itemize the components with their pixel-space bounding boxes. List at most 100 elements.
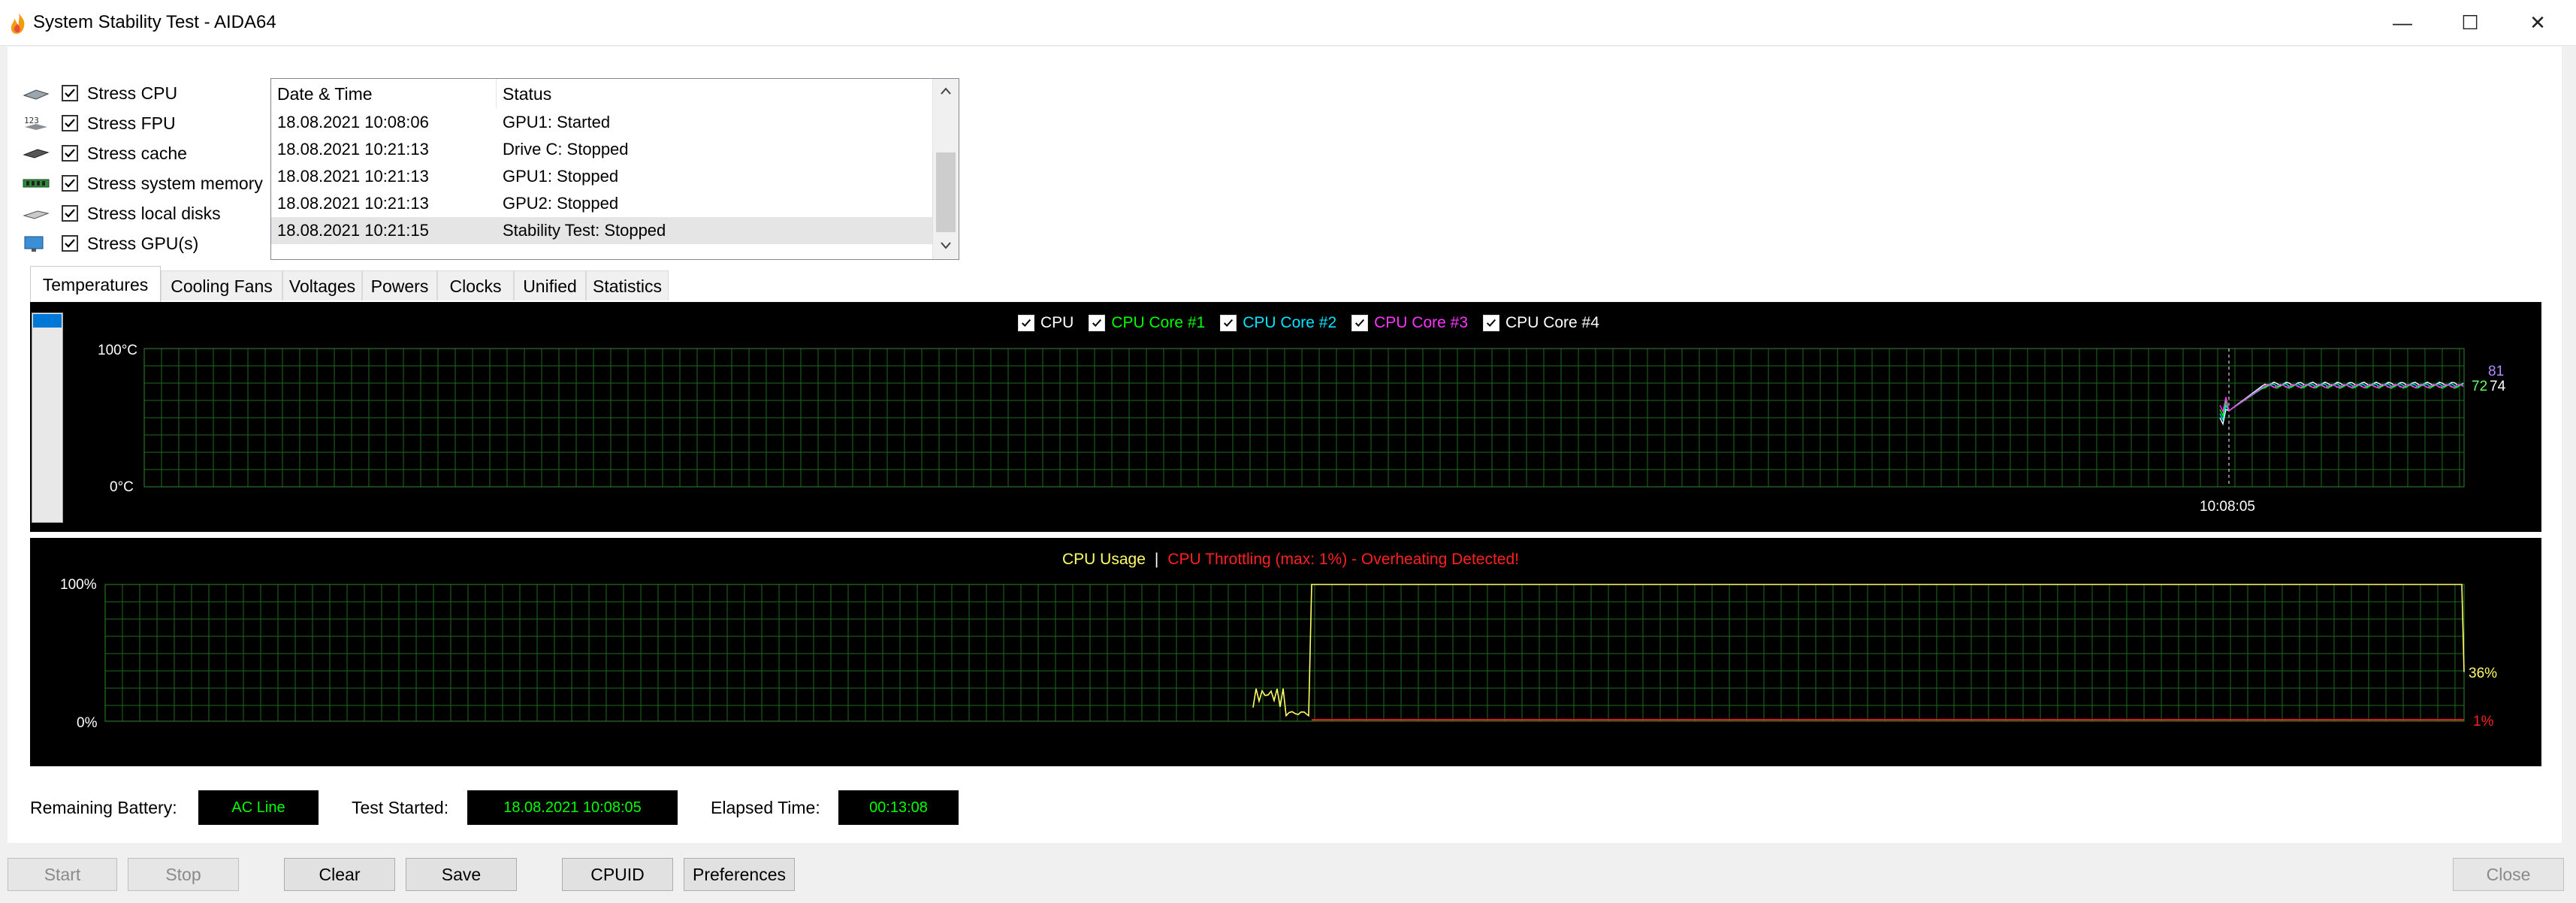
legend-checkbox[interactable] [1351,315,1369,331]
temperature-legend: CPU CPU Core #1 CPU Core #2 CPU Core #3 CPU … [1018,314,1614,332]
gpu-icon [21,234,51,253]
legend-checkbox[interactable] [1220,315,1237,331]
flame-icon [11,13,25,34]
elapsed-time-label: Elapsed Time: [711,798,820,817]
usage-chart-title: CPU Usage | CPU Throttling (max: 1%) - O… [1062,551,1519,569]
stress-option-label: Stress GPU(s) [87,233,199,253]
title-bar: System Stability Test - AIDA64 — ☐ ✕ [0,0,2576,46]
start-button[interactable]: Start [8,858,117,891]
tab-clocks[interactable]: Clocks [437,270,514,300]
log-row[interactable]: 18.08.2021 10:21:13 GPU2: Stopped [271,190,932,217]
cpuid-button[interactable]: CPUID [562,858,673,891]
cpu-throttling-title: CPU Throttling (max: 1%) - Overheating D… [1167,551,1519,568]
log-header: Date & Time Status [271,79,932,109]
window-title: System Stability Test - AIDA64 [33,12,276,32]
stress-option-label: Stress system memory [87,173,263,193]
svg-text:123: 123 [24,116,39,125]
battery-value: AC Line [198,790,319,825]
legend-checkbox[interactable] [1483,315,1500,331]
log-status-cell: GPU1: Started [503,113,611,131]
stress-checkbox[interactable] [62,145,78,162]
column-date-time[interactable]: Date & Time [271,79,497,109]
legend-label: CPU Core #3 [1374,314,1469,331]
stress-option[interactable]: Stress system memory [21,168,263,198]
stress-checkbox[interactable] [62,85,78,101]
log-status-cell: Stability Test: Stopped [503,221,666,240]
clear-button[interactable]: Clear [284,858,395,891]
minimize-button[interactable]: — [2365,0,2440,45]
minimize-icon: — [2393,11,2412,34]
temperature-legend-item[interactable]: CPU Core #2 [1220,314,1336,332]
stress-option-label: Stress local disks [87,203,221,223]
memory-icon [21,174,51,193]
temperature-legend-item[interactable]: CPU Core #4 [1483,314,1599,332]
cpu-icon [21,83,51,103]
stress-option[interactable]: Stress CPU [21,78,177,108]
fpu-icon: 123 [21,113,51,133]
test-started-value: 18.08.2021 10:08:05 [467,790,678,825]
usage-end-value: 36% [2469,666,2497,681]
end-value-72: 72 [2472,379,2487,394]
stop-button[interactable]: Stop [128,858,239,891]
grid [143,348,2464,488]
event-log-table: Date & Time Status 18.08.2021 10:08:06 GP… [270,78,959,260]
temperature-plot: 100°C 0°C 10:08:05 8172 74 [98,343,2506,515]
maximize-button[interactable]: ☐ [2433,0,2508,45]
cpu-usage-title: CPU Usage [1062,551,1146,568]
stress-checkbox[interactable] [62,205,78,222]
tab-cooling-fans[interactable]: Cooling Fans [161,270,282,300]
stress-option[interactable]: 123 Stress FPU [21,108,176,138]
close-window-button[interactable]: ✕ [2500,0,2575,45]
log-status-cell: GPU1: Stopped [503,167,619,186]
temperature-legend-item[interactable]: CPU [1018,314,1074,332]
legend-label: CPU Core #2 [1243,314,1337,331]
legend-label: CPU Core #4 [1505,314,1599,331]
stress-option[interactable]: Stress local disks [21,198,221,228]
y-min-label: 0°C [110,479,134,495]
tab-unified[interactable]: Unified [514,270,586,300]
temperature-legend-item[interactable]: CPU Core #3 [1351,314,1468,332]
legend-checkbox[interactable] [1018,315,1034,331]
log-row[interactable]: 18.08.2021 10:21:13 GPU1: Stopped [271,163,932,190]
maximize-icon: ☐ [2461,11,2479,34]
close-button[interactable]: Close [2453,858,2564,891]
scroll-down-icon[interactable] [940,241,952,250]
log-row[interactable]: 18.08.2021 10:08:06 GPU1: Started [271,109,932,136]
tab-temperatures[interactable]: Temperatures [30,266,161,302]
core3-temperature-line [2219,383,2464,413]
end-value-74: 74 [2490,379,2506,394]
throttle-end-value: 1% [2473,714,2494,729]
tab-voltages[interactable]: Voltages [282,270,362,300]
log-time-cell: 18.08.2021 10:08:06 [277,113,429,131]
stress-checkbox[interactable] [62,235,78,252]
column-status[interactable]: Status [497,79,551,109]
elapsed-time-value: 00:13:08 [838,790,959,825]
stress-checkbox[interactable] [62,175,78,192]
preferences-button[interactable]: Preferences [684,858,795,891]
disk-icon [21,204,51,223]
log-status-cell: Drive C: Stopped [503,140,629,159]
title-separator: | [1154,551,1159,568]
log-row[interactable]: 18.08.2021 10:21:15 Stability Test: Stopp… [271,217,932,244]
cpu-usage-plot: 100% 0% 36% 1% [60,577,2497,731]
tab-powers[interactable]: Powers [362,270,437,300]
usage-y-min-label: 0% [77,715,98,731]
temperature-legend-item[interactable]: CPU Core #1 [1089,314,1205,332]
tab-statistics[interactable]: Statistics [586,270,669,300]
test-started-label: Test Started: [352,798,449,817]
cache-icon [21,143,51,163]
save-button[interactable]: Save [406,858,517,891]
log-scroll-thumb[interactable] [936,153,956,232]
stress-option-label: Stress FPU [87,113,176,133]
usage-y-max-label: 100% [60,577,97,593]
y-max-label: 100°C [98,343,137,358]
log-scrollbar[interactable] [932,79,959,259]
legend-checkbox[interactable] [1089,315,1106,331]
stress-option[interactable]: Stress GPU(s) [21,228,198,258]
log-time-cell: 18.08.2021 10:21:15 [277,221,429,240]
stress-option[interactable]: Stress cache [21,138,187,168]
stress-option-label: Stress cache [87,143,187,163]
stress-checkbox[interactable] [62,115,78,131]
scroll-up-icon[interactable] [940,86,952,95]
log-row[interactable]: 18.08.2021 10:21:13 Drive C: Stopped [271,136,932,163]
